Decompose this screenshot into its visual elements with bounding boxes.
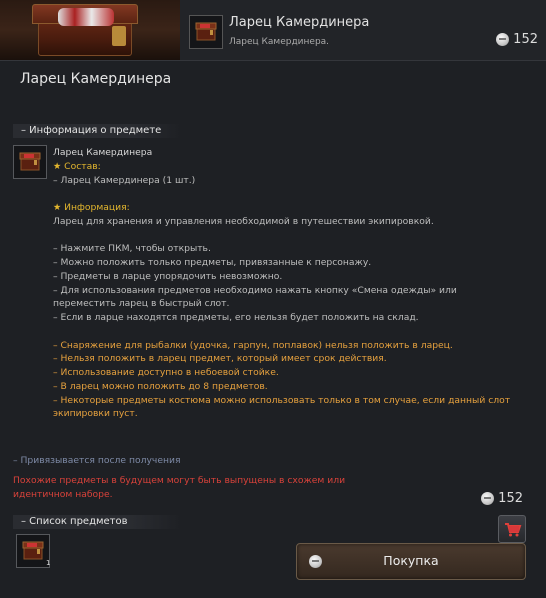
info-text: Ларец для хранения и управления необходи… xyxy=(53,215,434,227)
contents-line: – Ларец Камердинера (1 шт.) xyxy=(53,174,196,186)
usage-line: – Можно положить только предметы, привяз… xyxy=(53,257,372,268)
restriction-line: – Снаряжение для рыбалки (удочка, гарпун… xyxy=(53,339,453,351)
chest-icon xyxy=(189,15,223,49)
buy-button[interactable]: Покупка xyxy=(296,543,526,580)
header-divider xyxy=(0,60,546,61)
chest-icon xyxy=(13,145,47,179)
item-info-section-header: – Информация о предмете xyxy=(13,124,181,138)
bottom-price-value: 152 xyxy=(498,491,523,506)
restriction-line: – Использование доступно в небоевой стой… xyxy=(53,367,279,378)
shopping-cart-icon xyxy=(505,523,522,537)
restriction-line: – В ларец можно положить до 8 предметов. xyxy=(53,380,268,392)
product-page: Ларец Камердинера Ларец Камердинера. 152… xyxy=(0,0,546,598)
warning-text: Похожие предметы в будущем могут быть вы… xyxy=(13,475,346,500)
usage-line: – Предметы в ларце упорядочить невозможн… xyxy=(53,270,283,282)
header-price: 152 xyxy=(496,32,538,47)
item-description: Ларец Камердинера ★ Состав: – Ларец Каме… xyxy=(53,146,533,421)
silver-coin-icon xyxy=(481,492,495,505)
list-item[interactable] xyxy=(16,534,50,568)
panel-title: Ларец Камердинера xyxy=(20,71,172,87)
usage-line: переместить ларец в быстрый слот. xyxy=(53,298,230,310)
add-to-cart-button[interactable] xyxy=(498,515,526,543)
item-name: Ларец Камердинера xyxy=(53,147,153,158)
buy-button-label: Покупка xyxy=(383,553,439,568)
product-banner-image xyxy=(0,0,180,60)
item-list-section-header: – Список предметов xyxy=(13,515,181,529)
silver-coin-icon xyxy=(496,33,510,46)
info-heading: ★ Информация: xyxy=(53,202,130,213)
usage-line: – Для использования предметов необходимо… xyxy=(53,284,457,296)
product-header: Ларец Камердинера Ларец Камердинера. 152 xyxy=(0,0,546,60)
header-subtitle: Ларец Камердинера. xyxy=(229,37,330,47)
list-item-count: 1 xyxy=(46,559,51,567)
bind-note: – Привязывается после получения xyxy=(13,455,181,466)
contents-heading: ★ Состав: xyxy=(53,160,101,172)
chest-image-clothes xyxy=(58,8,114,26)
chest-image-trim xyxy=(112,26,126,46)
header-title: Ларец Камердинера xyxy=(229,15,370,30)
header-price-value: 152 xyxy=(513,32,538,47)
restriction-line: – Нельзя положить в ларец предмет, котор… xyxy=(53,353,387,365)
chest-icon xyxy=(22,541,44,560)
usage-line: – Нажмите ПКМ, чтобы открыть. xyxy=(53,243,211,255)
usage-line: – Если в ларце находятся предметы, его н… xyxy=(53,312,419,323)
restriction-line: экипировки пуст. xyxy=(53,408,138,420)
bottom-price: 152 xyxy=(481,491,523,506)
restriction-line: – Некоторые предметы костюма можно испол… xyxy=(53,394,511,406)
